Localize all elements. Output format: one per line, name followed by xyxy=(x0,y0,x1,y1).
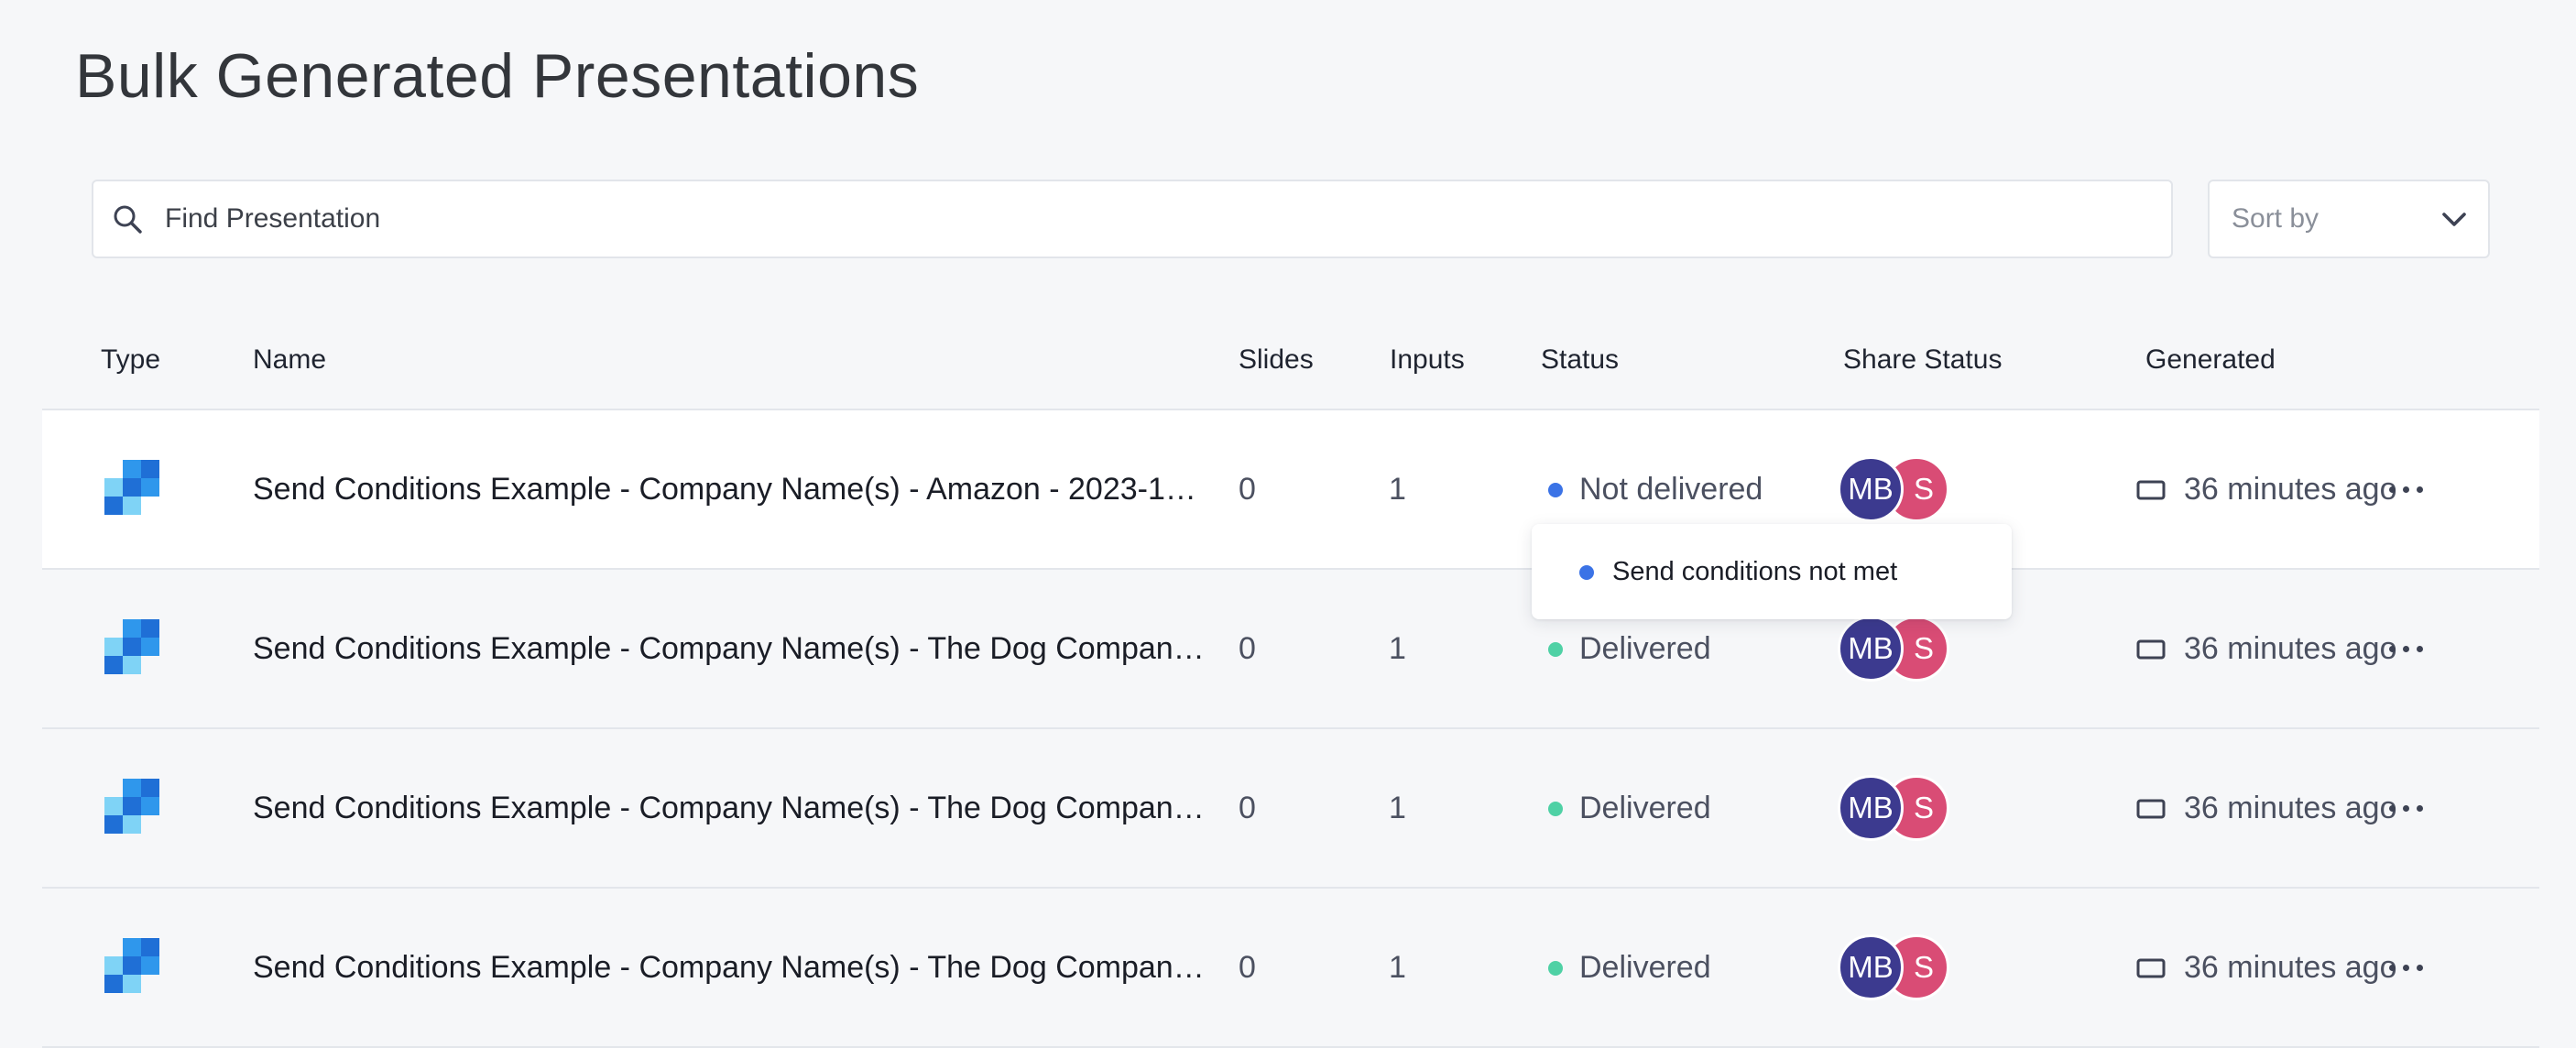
table-row[interactable]: Send Conditions Example - Company Name(s… xyxy=(42,729,2539,889)
presentation-name[interactable]: Send Conditions Example - Company Name(s… xyxy=(253,471,1261,508)
presentation-screen-icon xyxy=(2136,480,2166,500)
column-header-share-status[interactable]: Share Status xyxy=(1843,344,2002,376)
more-options-button[interactable] xyxy=(2384,471,2429,508)
inputs-count: 1 xyxy=(1389,950,1406,985)
avatar[interactable]: MB xyxy=(1838,934,1904,1000)
bulk-presentations-page: Bulk Generated Presentations Sort by Typ… xyxy=(0,0,2576,1048)
more-options-button[interactable] xyxy=(2384,790,2429,826)
generated-time: 36 minutes ago xyxy=(2184,631,2397,666)
inputs-count: 1 xyxy=(1389,631,1406,666)
status-text[interactable]: Delivered xyxy=(1579,949,1711,986)
slides-count: 0 xyxy=(1239,950,1256,985)
table-row[interactable]: Send Conditions Example - Company Name(s… xyxy=(42,570,2539,729)
presentation-type-icon xyxy=(104,460,159,515)
column-header-inputs[interactable]: Inputs xyxy=(1390,344,1465,376)
presentation-screen-icon xyxy=(2136,958,2166,978)
generated-time: 36 minutes ago xyxy=(2184,472,2397,507)
presentation-type-icon xyxy=(104,619,159,674)
inputs-count: 1 xyxy=(1389,472,1406,507)
status-text[interactable]: Delivered xyxy=(1579,630,1711,667)
presentation-type-icon xyxy=(104,938,159,993)
table-row[interactable]: Send Conditions Example - Company Name(s… xyxy=(42,410,2539,570)
presentation-type-icon xyxy=(104,779,159,834)
status-dot-delivered xyxy=(1548,802,1563,816)
avatar[interactable]: MB xyxy=(1838,456,1904,522)
status-text[interactable]: Not delivered xyxy=(1579,471,1763,508)
more-options-button[interactable] xyxy=(2384,949,2429,986)
status-dot-delivered xyxy=(1548,961,1563,976)
slides-count: 0 xyxy=(1239,791,1256,825)
tooltip-text: Send conditions not met xyxy=(1612,557,1898,586)
search-input[interactable] xyxy=(165,181,2089,257)
table-row[interactable]: Send Conditions Example - Company Name(s… xyxy=(42,889,2539,1048)
status-dot-not-delivered xyxy=(1548,483,1563,497)
column-header-slides[interactable]: Slides xyxy=(1239,344,1314,376)
status-dot-delivered xyxy=(1548,642,1563,657)
presentation-screen-icon xyxy=(2136,639,2166,660)
avatar[interactable]: MB xyxy=(1838,616,1904,682)
generated-time: 36 minutes ago xyxy=(2184,791,2397,825)
column-header-type[interactable]: Type xyxy=(101,344,160,376)
chevron-down-icon xyxy=(2442,213,2466,226)
more-options-button[interactable] xyxy=(2384,630,2429,667)
column-header-name[interactable]: Name xyxy=(253,344,326,376)
search-icon xyxy=(114,205,142,234)
column-header-generated[interactable]: Generated xyxy=(2145,344,2276,376)
tooltip-status-dot xyxy=(1579,565,1594,580)
presentation-name[interactable]: Send Conditions Example - Company Name(s… xyxy=(253,949,1261,986)
presentation-name[interactable]: Send Conditions Example - Company Name(s… xyxy=(253,630,1261,667)
sort-by-dropdown[interactable]: Sort by xyxy=(2208,180,2490,258)
column-header-status[interactable]: Status xyxy=(1541,344,1619,376)
generated-time: 36 minutes ago xyxy=(2184,950,2397,985)
presentations-table: Send Conditions Example - Company Name(s… xyxy=(42,409,2539,1048)
status-text[interactable]: Delivered xyxy=(1579,790,1711,826)
presentation-screen-icon xyxy=(2136,799,2166,819)
slides-count: 0 xyxy=(1239,631,1256,666)
slides-count: 0 xyxy=(1239,472,1256,507)
status-tooltip: Send conditions not met xyxy=(1532,524,2012,619)
page-title: Bulk Generated Presentations xyxy=(75,41,920,111)
sort-by-label: Sort by xyxy=(2232,203,2319,234)
search-box[interactable] xyxy=(92,180,2173,258)
inputs-count: 1 xyxy=(1389,791,1406,825)
presentation-name[interactable]: Send Conditions Example - Company Name(s… xyxy=(253,790,1261,826)
avatar[interactable]: MB xyxy=(1838,775,1904,841)
